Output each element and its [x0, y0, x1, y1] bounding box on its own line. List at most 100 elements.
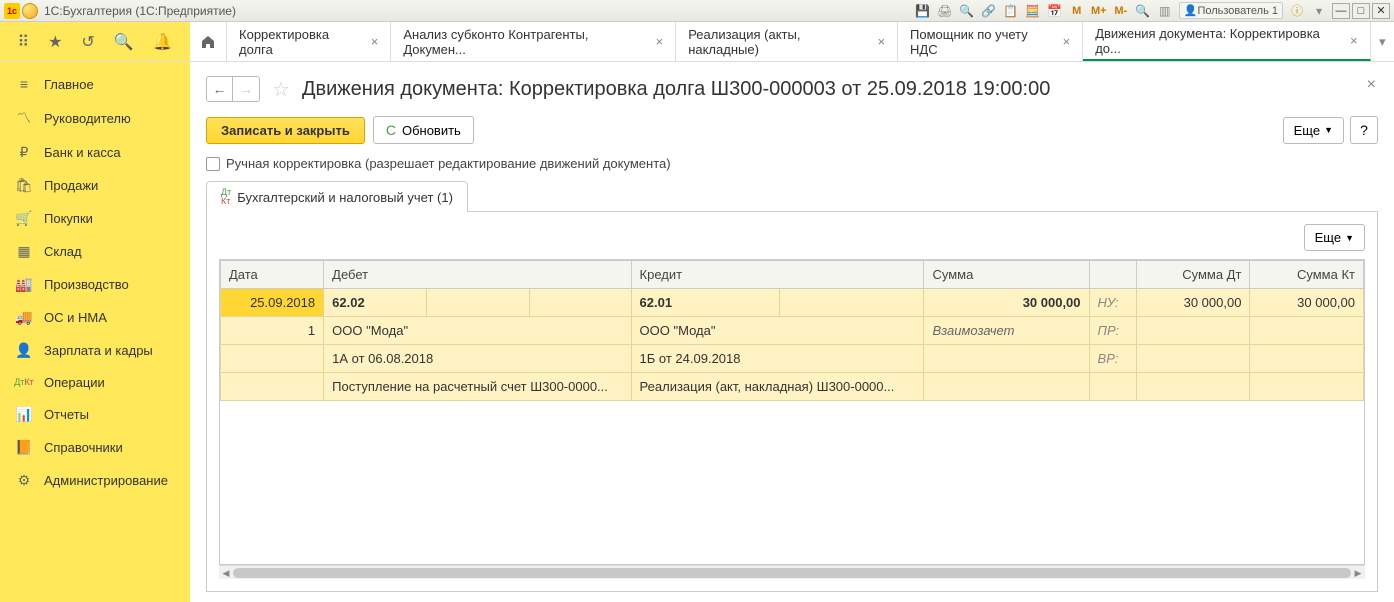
dropdown-icon[interactable]: ▾ — [1310, 2, 1328, 20]
table-row[interactable]: 25.09.2018 62.02 62.01 30 000,00 НУ: 30 … — [221, 289, 1364, 317]
cell-sum-kt: 30 000,00 — [1250, 289, 1364, 317]
sidebar-item-assets[interactable]: 🚚ОС и НМА — [0, 301, 190, 334]
panels-icon[interactable]: ▥ — [1156, 2, 1174, 20]
col-sum-kt[interactable]: Сумма Кт — [1250, 261, 1364, 289]
cell-debit-sub2: 1А от 06.08.2018 — [324, 345, 631, 373]
cell-sum: 30 000,00 — [924, 289, 1089, 317]
print-icon[interactable]: 🖨 — [936, 2, 954, 20]
tab-3[interactable]: Реализация (акты, накладные)× — [676, 22, 898, 61]
sidebar-item-bank[interactable]: ₽Банк и касса — [0, 136, 190, 169]
m-button[interactable]: M — [1068, 2, 1086, 20]
sidebar-item-production[interactable]: 🏭Производство — [0, 268, 190, 301]
sidebar-item-purchases[interactable]: 🛒Покупки — [0, 202, 190, 235]
history-icon[interactable]: ↺ — [81, 32, 94, 52]
m-plus-button[interactable]: M+ — [1090, 2, 1108, 20]
close-icon[interactable]: × — [656, 34, 664, 49]
manual-edit-checkbox[interactable] — [206, 157, 220, 171]
accounting-tab[interactable]: ДтКт Бухгалтерский и налоговый учет (1) — [206, 181, 468, 212]
refresh-button[interactable]: СОбновить — [373, 116, 474, 144]
apps-icon[interactable]: ⠿ — [17, 32, 29, 52]
tab-2[interactable]: Анализ субконто Контрагенты, Докумен... × — [391, 22, 676, 61]
save-close-button[interactable]: Записать и закрыть — [206, 117, 365, 144]
horizontal-scrollbar[interactable]: ◀ ▶ — [219, 565, 1365, 579]
app-menu-button[interactable] — [22, 3, 38, 19]
tab-5[interactable]: Движения документа: Корректировка до...× — [1083, 22, 1370, 61]
link-icon[interactable]: 🔗 — [980, 2, 998, 20]
cell-empty — [780, 289, 924, 317]
zoom-icon[interactable]: 🔍 — [1134, 2, 1152, 20]
cell-empty — [221, 345, 324, 373]
forward-button[interactable]: → — [233, 77, 259, 101]
search-tool-icon[interactable]: 🔍 — [114, 32, 134, 52]
sidebar-item-manager[interactable]: 〽Руководителю — [0, 100, 190, 136]
cell-comment: Взаимозачет — [924, 317, 1089, 345]
close-icon[interactable]: × — [371, 34, 379, 49]
minimize-button[interactable]: — — [1332, 3, 1350, 19]
content: × ← → ☆ Движения документа: Корректировк… — [190, 62, 1394, 602]
tabs-dropdown[interactable]: ▾ — [1371, 22, 1394, 61]
cell-num: 1 — [221, 317, 324, 345]
m-minus-button[interactable]: M- — [1112, 2, 1130, 20]
back-button[interactable]: ← — [207, 77, 233, 101]
cell-credit-sub1: ООО "Мода" — [631, 317, 924, 345]
subtab-label: Бухгалтерский и налоговый учет (1) — [237, 190, 453, 205]
tab-label: Анализ субконто Контрагенты, Докумен... — [403, 27, 647, 57]
clipboard-icon[interactable]: 📋 — [1002, 2, 1020, 20]
table-row[interactable]: 1 ООО "Мода" ООО "Мода" Взаимозачет ПР: — [221, 317, 1364, 345]
col-sum-dt[interactable]: Сумма Дт — [1136, 261, 1249, 289]
more-button[interactable]: Еще▼ — [1283, 117, 1344, 144]
bell-icon[interactable]: 🔔 — [153, 32, 173, 52]
user-label: Пользователь 1 — [1197, 5, 1278, 17]
grid-icon: ▦ — [14, 243, 34, 260]
tab-1[interactable]: Корректировка долга× — [227, 22, 391, 61]
scroll-right-icon[interactable]: ▶ — [1351, 566, 1365, 580]
sidebar-item-catalogs[interactable]: 📙Справочники — [0, 431, 190, 464]
scroll-thumb[interactable] — [233, 568, 1351, 578]
cell-empty — [427, 289, 530, 317]
sidebar-item-salary[interactable]: 👤Зарплата и кадры — [0, 334, 190, 367]
table-row[interactable]: Поступление на расчетный счет Ш300-0000.… — [221, 373, 1364, 401]
app-logo: 1с — [4, 3, 20, 19]
sidebar-item-reports[interactable]: 📊Отчеты — [0, 398, 190, 431]
help-button[interactable]: ? — [1350, 116, 1378, 144]
close-icon[interactable]: × — [1350, 33, 1358, 48]
sidebar-label: Администрирование — [44, 473, 168, 488]
maximize-button[interactable]: □ — [1352, 3, 1370, 19]
scroll-left-icon[interactable]: ◀ — [219, 566, 233, 580]
col-date[interactable]: Дата — [221, 261, 324, 289]
favorite-star-icon[interactable]: ☆ — [272, 77, 290, 102]
home-tab[interactable] — [190, 22, 227, 61]
info-icon[interactable]: ⓘ — [1288, 2, 1306, 20]
app-title: 1С:Бухгалтерия (1С:Предприятие) — [44, 4, 236, 18]
calendar-icon[interactable]: 📅 — [1046, 2, 1064, 20]
col-sum[interactable]: Сумма — [924, 261, 1089, 289]
close-icon[interactable]: × — [877, 34, 885, 49]
calc-icon[interactable]: 🧮 — [1024, 2, 1042, 20]
ruble-icon: ₽ — [14, 144, 34, 161]
sidebar-item-operations[interactable]: ДтКтОперации — [0, 367, 190, 398]
sidebar-label: Справочники — [44, 440, 123, 455]
close-page-button[interactable]: × — [1367, 76, 1376, 94]
cell-credit-sub3: Реализация (акт, накладная) Ш300-0000... — [631, 373, 924, 401]
close-icon[interactable]: × — [1063, 34, 1071, 49]
search-icon[interactable]: 🔍 — [958, 2, 976, 20]
close-button[interactable]: ✕ — [1372, 3, 1390, 19]
save-icon[interactable]: 💾 — [914, 2, 932, 20]
col-side[interactable] — [1089, 261, 1136, 289]
col-credit[interactable]: Кредит — [631, 261, 924, 289]
sidebar-item-admin[interactable]: ⚙Администрирование — [0, 464, 190, 497]
home-icon — [200, 34, 216, 50]
user-button[interactable]: 👤 Пользователь 1 — [1179, 2, 1283, 19]
table-more-button[interactable]: Еще▼ — [1304, 224, 1365, 251]
sidebar-item-main[interactable]: ≡Главное — [0, 68, 190, 100]
bars-icon: 📊 — [14, 406, 34, 423]
sidebar-item-sales[interactable]: 🛍Продажи — [0, 169, 190, 202]
sidebar-item-warehouse[interactable]: ▦Склад — [0, 235, 190, 268]
sidebar-label: Производство — [44, 277, 129, 292]
cell-empty — [1136, 317, 1249, 345]
star-icon[interactable]: ★ — [48, 32, 62, 52]
cell-sum-dt: 30 000,00 — [1136, 289, 1249, 317]
table-row[interactable]: 1А от 06.08.2018 1Б от 24.09.2018 ВР: — [221, 345, 1364, 373]
tab-4[interactable]: Помощник по учету НДС× — [898, 22, 1083, 61]
col-debit[interactable]: Дебет — [324, 261, 631, 289]
